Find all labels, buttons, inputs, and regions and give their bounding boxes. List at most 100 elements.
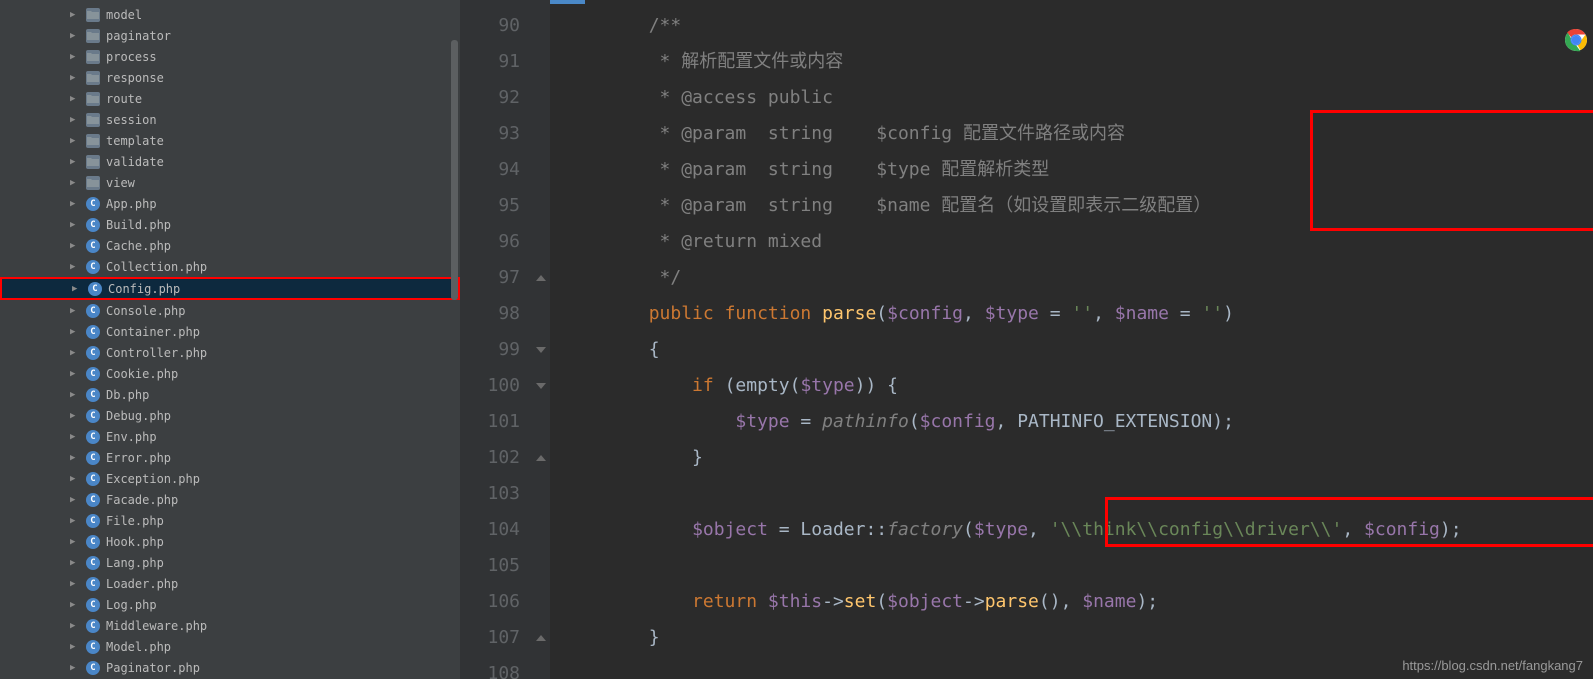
- fold-close-icon[interactable]: [534, 271, 548, 285]
- code-line[interactable]: $type = pathinfo($config, PATHINFO_EXTEN…: [550, 404, 1234, 440]
- tree-item[interactable]: ▶CMiddleware.php: [0, 615, 460, 636]
- code-line[interactable]: }: [550, 440, 703, 476]
- expand-arrow-icon[interactable]: ▶: [70, 621, 80, 631]
- tree-item[interactable]: ▶session: [0, 109, 460, 130]
- tree-item-label: Log.php: [106, 598, 157, 612]
- expand-arrow-icon[interactable]: ▶: [70, 52, 80, 62]
- tree-item[interactable]: ▶CEnv.php: [0, 426, 460, 447]
- expand-arrow-icon[interactable]: ▶: [70, 157, 80, 167]
- code-line[interactable]: [550, 476, 649, 512]
- code-line[interactable]: }: [550, 620, 660, 656]
- expand-arrow-icon[interactable]: ▶: [70, 94, 80, 104]
- expand-arrow-icon[interactable]: ▶: [70, 642, 80, 652]
- expand-arrow-icon[interactable]: ▶: [70, 199, 80, 209]
- expand-arrow-icon[interactable]: ▶: [70, 558, 80, 568]
- tree-item[interactable]: ▶CError.php: [0, 447, 460, 468]
- tree-item[interactable]: ▶CConsole.php: [0, 300, 460, 321]
- expand-arrow-icon[interactable]: ▶: [70, 220, 80, 230]
- expand-arrow-icon[interactable]: ▶: [70, 390, 80, 400]
- expand-arrow-icon[interactable]: ▶: [70, 348, 80, 358]
- tree-item[interactable]: ▶CBuild.php: [0, 214, 460, 235]
- code-token: = Loader::: [768, 519, 887, 540]
- fold-close-icon[interactable]: [534, 631, 548, 645]
- tree-item[interactable]: ▶CApp.php: [0, 193, 460, 214]
- tree-item[interactable]: ▶CCookie.php: [0, 363, 460, 384]
- tree-item[interactable]: ▶CDebug.php: [0, 405, 460, 426]
- code-line[interactable]: * 解析配置文件或内容: [550, 44, 843, 80]
- code-line[interactable]: * @param string $config 配置文件路径或内容: [550, 116, 1125, 152]
- code-line[interactable]: * @param string $type 配置解析类型: [550, 152, 1049, 188]
- tree-item[interactable]: ▶CLang.php: [0, 552, 460, 573]
- tree-item-label: process: [106, 50, 157, 64]
- expand-arrow-icon[interactable]: ▶: [70, 178, 80, 188]
- code-editor[interactable]: 90 /**91 * 解析配置文件或内容92 * @access public9…: [460, 0, 1593, 679]
- expand-arrow-icon[interactable]: ▶: [70, 579, 80, 589]
- tree-item[interactable]: ▶CContainer.php: [0, 321, 460, 342]
- expand-arrow-icon[interactable]: ▶: [72, 284, 82, 294]
- code-line[interactable]: [550, 548, 649, 584]
- code-line[interactable]: if (empty($type)) {: [550, 368, 898, 404]
- tree-item[interactable]: ▶route: [0, 88, 460, 109]
- expand-arrow-icon[interactable]: ▶: [70, 432, 80, 442]
- tree-item-label: Model.php: [106, 640, 171, 654]
- tree-item-selected[interactable]: ▶CConfig.php: [0, 277, 460, 300]
- expand-arrow-icon[interactable]: ▶: [70, 73, 80, 83]
- expand-arrow-icon[interactable]: ▶: [70, 600, 80, 610]
- sidebar-scrollbar-thumb[interactable]: [451, 40, 458, 300]
- tree-item[interactable]: ▶CLoader.php: [0, 573, 460, 594]
- tree-item[interactable]: ▶CModel.php: [0, 636, 460, 657]
- tree-item[interactable]: ▶CHook.php: [0, 531, 460, 552]
- expand-arrow-icon[interactable]: ▶: [70, 262, 80, 272]
- expand-arrow-icon[interactable]: ▶: [70, 495, 80, 505]
- tree-item[interactable]: ▶ process: [0, 46, 460, 67]
- fold-open-icon[interactable]: [534, 343, 548, 357]
- expand-arrow-icon[interactable]: ▶: [70, 453, 80, 463]
- expand-arrow-icon[interactable]: ▶: [70, 10, 80, 20]
- tree-item[interactable]: ▶CPaginator.php: [0, 657, 460, 678]
- tree-item[interactable]: ▶CDb.php: [0, 384, 460, 405]
- expand-arrow-icon[interactable]: ▶: [70, 516, 80, 526]
- code-line[interactable]: * @param string $name 配置名（如设置即表示二级配置）: [550, 188, 1211, 224]
- expand-arrow-icon[interactable]: ▶: [70, 327, 80, 337]
- fold-open-icon[interactable]: [534, 379, 548, 393]
- expand-arrow-icon[interactable]: ▶: [70, 306, 80, 316]
- code-line[interactable]: $object = Loader::factory($type, '\\thin…: [550, 512, 1462, 548]
- fold-close-icon[interactable]: [534, 451, 548, 465]
- tree-item[interactable]: ▶CCache.php: [0, 235, 460, 256]
- class-file-icon: C: [86, 451, 100, 465]
- code-line[interactable]: * @access public: [550, 80, 833, 116]
- tree-item[interactable]: ▶CCollection.php: [0, 256, 460, 277]
- code-line[interactable]: /**: [550, 8, 681, 44]
- expand-arrow-icon[interactable]: ▶: [70, 369, 80, 379]
- expand-arrow-icon[interactable]: ▶: [70, 241, 80, 251]
- expand-arrow-icon[interactable]: ▶: [70, 537, 80, 547]
- tree-item[interactable]: ▶CController.php: [0, 342, 460, 363]
- tree-item-label: App.php: [106, 197, 157, 211]
- tree-item[interactable]: ▶CLog.php: [0, 594, 460, 615]
- tree-item[interactable]: ▶validate: [0, 151, 460, 172]
- code-line[interactable]: public function parse($config, $type = '…: [550, 296, 1234, 332]
- tree-item[interactable]: ▶response: [0, 67, 460, 88]
- expand-arrow-icon[interactable]: ▶: [70, 31, 80, 41]
- expand-arrow-icon[interactable]: ▶: [70, 663, 80, 673]
- tree-item[interactable]: ▶view: [0, 172, 460, 193]
- tree-item[interactable]: ▶CFile.php: [0, 510, 460, 531]
- tree-item[interactable]: ▶CFacade.php: [0, 489, 460, 510]
- line-number: 95: [460, 188, 520, 224]
- tree-item[interactable]: ▶CException.php: [0, 468, 460, 489]
- code-line[interactable]: * @return mixed: [550, 224, 822, 260]
- expand-arrow-icon[interactable]: ▶: [70, 115, 80, 125]
- code-line[interactable]: [550, 656, 649, 679]
- tree-item[interactable]: ▶model: [0, 4, 460, 25]
- tree-item[interactable]: ▶template: [0, 130, 460, 151]
- code-line[interactable]: */: [550, 260, 681, 296]
- expand-arrow-icon[interactable]: ▶: [70, 474, 80, 484]
- tree-item[interactable]: ▶paginator: [0, 25, 460, 46]
- code-line[interactable]: return $this->set($object->parse(), $nam…: [550, 584, 1158, 620]
- code-line[interactable]: {: [550, 332, 660, 368]
- expand-arrow-icon[interactable]: ▶: [70, 136, 80, 146]
- tree-item-label: Debug.php: [106, 409, 171, 423]
- expand-arrow-icon[interactable]: ▶: [70, 411, 80, 421]
- sidebar-scrollbar[interactable]: [451, 0, 458, 679]
- tree-item-label: Collection.php: [106, 260, 207, 274]
